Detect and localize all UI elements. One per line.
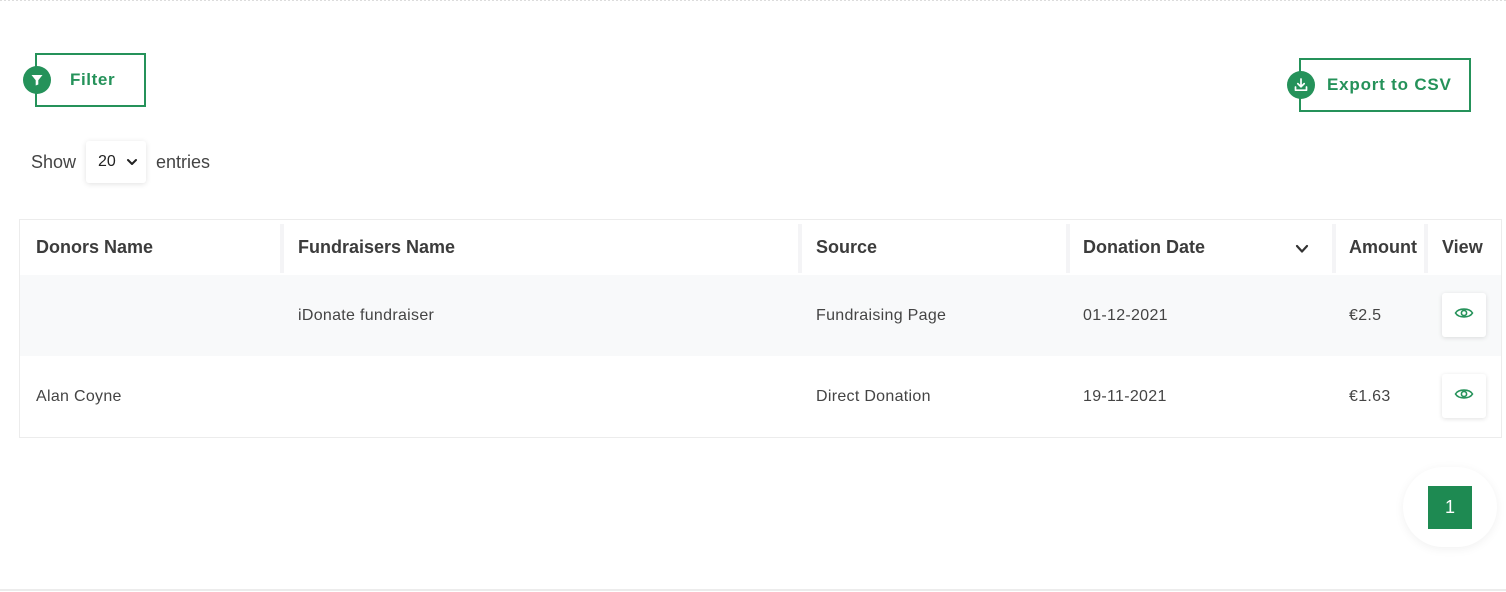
table-header: Donors Name Fundraisers Name Source Dona…	[20, 220, 1501, 275]
column-header-source[interactable]: Source	[816, 220, 877, 275]
column-divider	[280, 224, 284, 273]
export-csv-button[interactable]: Export to CSV	[1299, 58, 1471, 112]
donation-date-cell: 19-11-2021	[1083, 387, 1167, 405]
sort-desc-icon[interactable]	[1295, 242, 1309, 260]
top-divider	[0, 0, 1506, 1]
source-cell: Fundraising Page	[816, 306, 947, 324]
bottom-divider	[0, 589, 1506, 591]
entries-label: entries	[156, 151, 211, 172]
view-button[interactable]	[1442, 374, 1486, 418]
table-row: iDonate fundraiser Fundraising Page 01-1…	[20, 275, 1501, 356]
eye-icon	[1454, 387, 1474, 406]
column-header-donation-date[interactable]: Donation Date	[1083, 220, 1205, 275]
donations-table: Donors Name Fundraisers Name Source Dona…	[19, 219, 1502, 438]
filter-funnel-icon[interactable]	[23, 66, 51, 94]
show-label: Show	[31, 151, 77, 172]
source-cell: Direct Donation	[816, 387, 931, 405]
column-divider	[798, 224, 802, 273]
eye-icon	[1454, 306, 1474, 325]
show-entries: Show 20 entries	[31, 140, 210, 184]
download-icon[interactable]	[1287, 71, 1315, 99]
entries-select[interactable]: 20	[86, 141, 147, 183]
filter-button[interactable]: Filter	[35, 53, 146, 107]
table-row: Alan Coyne Direct Donation 19-11-2021 €1…	[20, 356, 1501, 437]
donation-date-cell: 01-12-2021	[1083, 306, 1168, 324]
amount-cell: €1.63	[1349, 387, 1391, 405]
entries-select-value: 20	[98, 153, 116, 170]
column-header-amount[interactable]: Amount	[1349, 220, 1417, 275]
page-button-1[interactable]: 1	[1428, 486, 1472, 529]
column-divider	[1332, 224, 1336, 273]
filter-button-label: Filter	[70, 70, 116, 89]
donor-name-cell: Alan Coyne	[36, 387, 122, 405]
chevron-down-icon	[126, 155, 138, 173]
column-header-fundraisers-name[interactable]: Fundraisers Name	[298, 220, 455, 275]
column-header-view: View	[1442, 237, 1483, 257]
column-divider	[1424, 224, 1428, 273]
column-divider	[1066, 224, 1070, 273]
amount-cell: €2.5	[1349, 306, 1382, 324]
fundraiser-name-cell: iDonate fundraiser	[298, 306, 435, 324]
export-csv-label: Export to CSV	[1327, 75, 1452, 94]
view-button[interactable]	[1442, 293, 1486, 337]
column-header-donors-name[interactable]: Donors Name	[36, 220, 153, 275]
pagination: 1	[1403, 467, 1497, 547]
